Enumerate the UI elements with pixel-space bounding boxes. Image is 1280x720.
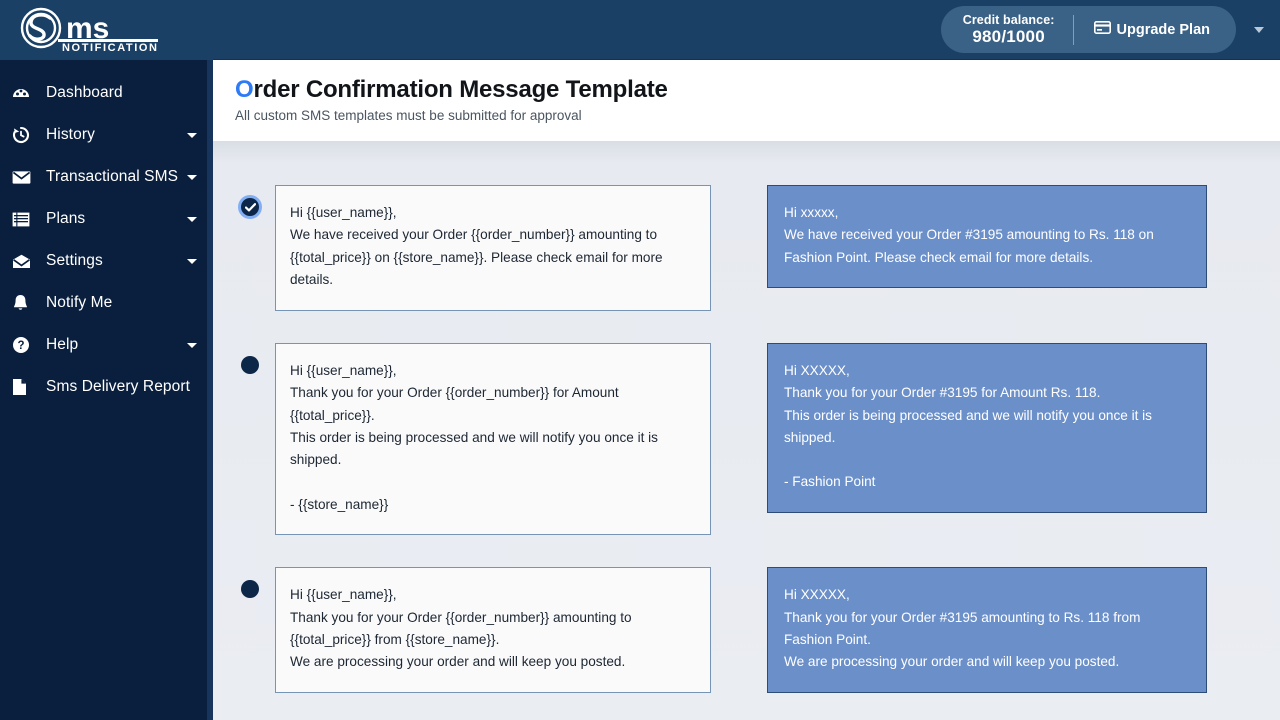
- app-root: ms NOTIFICATION Credit balance: 980/1000: [0, 0, 1280, 720]
- page-title-rest: rder Confirmation Message Template: [253, 76, 667, 103]
- sidebar-item-help[interactable]: ? Help: [0, 324, 213, 366]
- template-radio-3[interactable]: [241, 580, 259, 598]
- header-right-cluster: Credit balance: 980/1000 Upgrade Plan: [941, 0, 1280, 60]
- template-line: Hi {{user_name}},: [290, 360, 692, 382]
- preview-line: We have received your Order #3195 amount…: [784, 224, 1188, 269]
- template-line: Hi {{user_name}},: [290, 584, 692, 606]
- check-icon: [245, 203, 256, 212]
- sidebar-item-notify-me[interactable]: Notify Me: [0, 282, 213, 324]
- credit-balance-block: Credit balance: 980/1000: [941, 13, 1073, 46]
- upgrade-plan-label: Upgrade Plan: [1117, 22, 1210, 38]
- sidebar-item-transactional-sms[interactable]: Transactional SMS: [0, 156, 213, 198]
- page-title-accent-letter: O: [235, 76, 253, 103]
- chevron-down-icon: [187, 133, 197, 138]
- chevron-down-icon: [187, 259, 197, 264]
- preview-line: Hi XXXXX,: [784, 584, 1188, 606]
- sidebar-item-sms-delivery-report[interactable]: Sms Delivery Report: [0, 366, 213, 408]
- bell-icon: [12, 294, 38, 312]
- template-preview-card-3: Hi XXXXX, Thank you for your Order #3195…: [767, 567, 1207, 693]
- template-text-card-2[interactable]: Hi {{user_name}}, Thank you for your Ord…: [275, 343, 711, 536]
- sidebar-nav: Dashboard History Transactional SMS: [0, 60, 213, 720]
- credit-balance-label: Credit balance:: [963, 13, 1055, 27]
- question-circle-icon: ?: [12, 336, 38, 354]
- template-line: We have received your Order {{order_numb…: [290, 224, 692, 291]
- template-line: Thank you for your Order {{order_number}…: [290, 607, 692, 652]
- top-header-bar: ms NOTIFICATION Credit balance: 980/1000: [0, 0, 1280, 60]
- template-row: Hi {{user_name}}, We have received your …: [213, 185, 1280, 311]
- template-radio-cell: [241, 343, 275, 374]
- template-line: - {{store_name}}: [290, 494, 692, 516]
- preview-line: Thank you for your Order #3195 amounting…: [784, 607, 1188, 652]
- sidebar-item-label: Sms Delivery Report: [46, 378, 190, 396]
- template-text-card-3[interactable]: Hi {{user_name}}, Thank you for your Ord…: [275, 567, 711, 693]
- template-line: This order is being processed and we wil…: [290, 427, 692, 472]
- sidebar-item-label: Transactional SMS: [46, 168, 178, 186]
- page-header: Order Confirmation Message Template All …: [213, 60, 1280, 141]
- credit-card-icon: [1094, 21, 1111, 38]
- svg-text:?: ?: [17, 340, 24, 352]
- template-row: Hi {{user_name}}, Thank you for your Ord…: [213, 567, 1280, 693]
- template-radio-1[interactable]: [241, 198, 259, 216]
- sidebar-item-history[interactable]: History: [0, 114, 213, 156]
- sidebar-item-plans[interactable]: Plans: [0, 198, 213, 240]
- upgrade-plan-button[interactable]: Upgrade Plan: [1074, 6, 1236, 53]
- template-row: Hi {{user_name}}, Thank you for your Ord…: [213, 343, 1280, 536]
- list-icon: [12, 212, 38, 227]
- template-line: Thank you for your Order {{order_number}…: [290, 382, 692, 427]
- chevron-down-icon: [187, 343, 197, 348]
- template-preview-card-1: Hi xxxxx, We have received your Order #3…: [767, 185, 1207, 288]
- template-radio-cell: [241, 185, 275, 216]
- open-envelope-icon: [12, 254, 38, 269]
- dashboard-gauge-icon: [12, 84, 38, 102]
- sidebar-item-label: Settings: [46, 252, 103, 270]
- preview-line: We are processing your order and will ke…: [784, 651, 1188, 673]
- page-title: Order Confirmation Message Template: [235, 76, 1280, 104]
- svg-text:NOTIFICATION: NOTIFICATION: [62, 42, 159, 53]
- brand-logo[interactable]: ms NOTIFICATION: [0, 0, 213, 60]
- account-menu-button[interactable]: [1248, 10, 1270, 50]
- chevron-down-icon: [187, 217, 197, 222]
- sidebar-item-label: Plans: [46, 210, 85, 228]
- preview-line: - Fashion Point: [784, 471, 1188, 493]
- credit-balance-pill: Credit balance: 980/1000 Upgrade Plan: [941, 6, 1236, 53]
- sidebar-item-label: Dashboard: [46, 84, 123, 102]
- sidebar-item-label: Help: [46, 336, 78, 354]
- sidebar-item-dashboard[interactable]: Dashboard: [0, 72, 213, 114]
- history-clock-icon: [12, 126, 38, 144]
- preview-line: Hi XXXXX,: [784, 360, 1188, 382]
- preview-line: Thank you for your Order #3195 for Amoun…: [784, 382, 1188, 404]
- chevron-down-icon: [1254, 27, 1264, 33]
- template-blank-line: [290, 472, 692, 494]
- document-icon: [12, 378, 38, 396]
- template-radio-cell: [241, 567, 275, 598]
- preview-line: This order is being processed and we wil…: [784, 405, 1188, 450]
- sms-notification-logo-icon: ms NOTIFICATION: [14, 7, 164, 53]
- preview-line: Hi xxxxx,: [784, 202, 1188, 224]
- template-radio-2[interactable]: [241, 356, 259, 374]
- sidebar-item-settings[interactable]: Settings: [0, 240, 213, 282]
- template-line: We are processing your order and will ke…: [290, 651, 692, 673]
- preview-blank-line: [784, 449, 1188, 471]
- template-text-card-1[interactable]: Hi {{user_name}}, We have received your …: [275, 185, 711, 311]
- sidebar-item-label: Notify Me: [46, 294, 112, 312]
- credit-balance-value: 980/1000: [963, 27, 1055, 46]
- envelope-icon: [12, 170, 38, 185]
- template-preview-card-2: Hi XXXXX, Thank you for your Order #3195…: [767, 343, 1207, 513]
- page-subtitle: All custom SMS templates must be submitt…: [235, 108, 1280, 123]
- chevron-down-icon: [187, 175, 197, 180]
- template-line: Hi {{user_name}},: [290, 202, 692, 224]
- sidebar-item-label: History: [46, 126, 95, 144]
- template-list: Hi {{user_name}}, We have received your …: [213, 141, 1280, 720]
- pill-divider: [1073, 15, 1074, 45]
